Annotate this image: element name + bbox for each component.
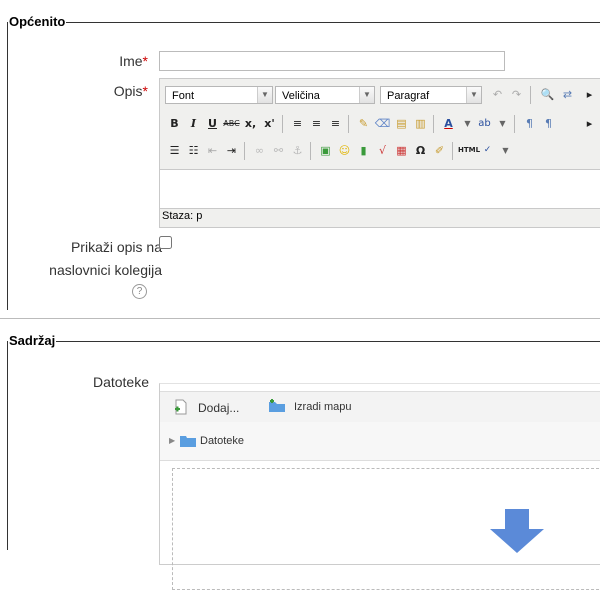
equation-icon[interactable]: √ (373, 141, 392, 160)
format-select-value: Paragraf (387, 90, 430, 102)
italic-icon[interactable]: I (184, 114, 203, 133)
required-marker: * (142, 83, 148, 99)
toolbar-separator (348, 115, 349, 133)
name-label-text: Ime (119, 53, 143, 69)
cleanup-icon[interactable]: ✎ (354, 114, 373, 133)
chevron-down-icon[interactable]: ▼ (496, 141, 515, 160)
highlight-color-icon[interactable]: ab (475, 114, 494, 133)
folder-icon (180, 435, 196, 447)
rtl-icon[interactable]: ¶ (539, 114, 558, 133)
section-content-legend: Sadržaj (8, 333, 57, 348)
name-input[interactable] (159, 51, 505, 71)
replace-icon[interactable]: ⇄ (558, 85, 577, 104)
file-manager-toolbar: Dodaj... Izradi mapu (160, 391, 600, 423)
file-drop-zone[interactable] (172, 468, 600, 590)
new-folder-icon[interactable] (268, 399, 286, 413)
folder-path-label[interactable]: Datoteke (200, 435, 244, 447)
edit-icon[interactable]: ✐ (430, 141, 449, 160)
fieldset-left-border (7, 341, 8, 550)
image-icon[interactable]: ▣ (316, 141, 335, 160)
fieldset-top-border (7, 22, 600, 23)
text-color-icon[interactable]: A (439, 114, 458, 133)
redo-icon[interactable]: ↷ (507, 85, 526, 104)
format-select[interactable]: Paragraf ▼ (380, 86, 482, 104)
media-icon[interactable]: ▮ (354, 141, 373, 160)
drop-arrow-icon (490, 509, 544, 553)
description-label: Opis* (114, 83, 148, 99)
section-general-legend: Općenito (8, 14, 67, 29)
font-select[interactable]: Font ▼ (165, 86, 273, 104)
undo-icon[interactable]: ↶ (488, 85, 507, 104)
more-icon[interactable]: ▸ (580, 85, 599, 104)
show-description-label-line2: naslovnici kolegija (49, 262, 162, 278)
add-file-button[interactable]: Dodaj... (198, 401, 239, 415)
toolbar-separator (310, 142, 311, 160)
toolbar-separator (244, 142, 245, 160)
special-char-icon[interactable]: Ω (411, 141, 430, 160)
ltr-icon[interactable]: ¶ (520, 114, 539, 133)
indent-icon[interactable]: ⇥ (222, 141, 241, 160)
paste-text-icon[interactable]: ▤ (392, 114, 411, 133)
table-icon[interactable]: ▦ (392, 141, 411, 160)
name-label: Ime* (119, 53, 148, 69)
new-folder-button[interactable]: Izradi mapu (294, 401, 351, 413)
editor-content-area[interactable] (160, 169, 600, 209)
required-marker: * (142, 53, 148, 69)
chevron-down-icon[interactable]: ▼ (493, 114, 512, 133)
outdent-icon[interactable]: ⇤ (203, 141, 222, 160)
strikethrough-icon[interactable]: ABC (222, 114, 241, 133)
subscript-icon[interactable]: x, (241, 114, 260, 133)
paste-word-icon[interactable]: ▥ (411, 114, 430, 133)
align-right-icon[interactable]: ≡ (326, 114, 345, 133)
file-manager: Dodaj... Izradi mapu ▶ Datoteke (159, 383, 600, 590)
show-description-checkbox[interactable] (159, 236, 172, 249)
show-description-label-line1: Prikaži opis na (70, 239, 162, 255)
more-icon[interactable]: ▸ (580, 114, 599, 133)
chevron-down-icon: ▼ (466, 87, 481, 103)
file-manager-path: ▶ Datoteke (160, 422, 600, 461)
description-label-text: Opis (113, 83, 143, 99)
help-icon[interactable]: ? (132, 284, 147, 299)
toolbar-separator (452, 142, 453, 160)
link-icon[interactable]: ∞ (250, 141, 269, 160)
find-icon[interactable]: 🔍 (538, 85, 557, 104)
bold-icon[interactable]: B (165, 114, 184, 133)
rich-text-editor: Font ▼ Veličina ▼ Paragraf ▼ ↶ ↷ 🔍 ⇄ ▸ B… (159, 78, 600, 228)
bullet-list-icon[interactable]: ☰ (165, 141, 184, 160)
eraser-icon[interactable]: ⌫ (373, 114, 392, 133)
anchor-icon[interactable]: ⚓ (288, 141, 307, 160)
align-left-icon[interactable]: ≡ (288, 114, 307, 133)
toolbar-separator (514, 115, 515, 133)
section-divider (0, 318, 600, 319)
unlink-icon[interactable]: ⚯ (269, 141, 288, 160)
underline-icon[interactable]: U (203, 114, 222, 133)
size-select-value: Veličina (282, 90, 320, 102)
align-center-icon[interactable]: ≡ (307, 114, 326, 133)
emoticon-icon[interactable]: ☺ (335, 141, 354, 160)
toolbar-separator (433, 115, 434, 133)
chevron-down-icon: ▼ (257, 87, 272, 103)
editor-path: Staza: p (162, 210, 203, 222)
toolbar-separator (282, 115, 283, 133)
fieldset-top-border (7, 341, 600, 342)
chevron-down-icon: ▼ (359, 87, 374, 103)
spellcheck-icon[interactable]: ✓ (478, 141, 497, 160)
files-label: Datoteke (92, 374, 149, 390)
font-select-value: Font (172, 90, 195, 102)
html-icon[interactable]: HTML (458, 141, 480, 160)
add-file-icon[interactable] (174, 399, 188, 415)
size-select[interactable]: Veličina ▼ (275, 86, 375, 104)
fieldset-left-border (7, 22, 8, 310)
numbered-list-icon[interactable]: ☷ (184, 141, 203, 160)
superscript-icon[interactable]: x' (260, 114, 279, 133)
chevron-right-icon[interactable]: ▶ (169, 436, 175, 445)
toolbar-separator (530, 86, 531, 104)
